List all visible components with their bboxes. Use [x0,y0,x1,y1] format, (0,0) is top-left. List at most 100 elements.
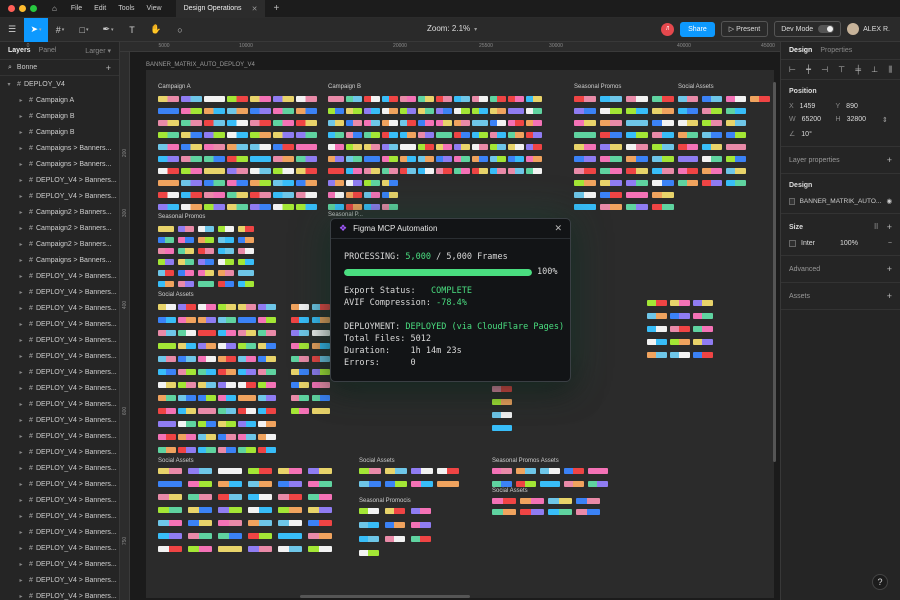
banner-thumbnail[interactable] [158,104,179,116]
banner-thumbnail[interactable] [296,176,317,188]
banner-thumbnail[interactable] [238,255,254,266]
banner-thumbnail[interactable] [382,128,398,140]
banner-thumbnail[interactable] [188,542,212,555]
banner-thumbnail[interactable] [600,164,622,176]
banner-thumbnail[interactable] [178,365,196,378]
distribute-icon[interactable]: ⫼ [888,65,892,75]
layer-item[interactable]: ▸ # DEPLOY_V4 > Banners... [0,540,119,556]
banner-thumbnail[interactable] [526,164,542,176]
rotation-field[interactable]: ∠ 10° [789,130,832,138]
banner-thumbnail[interactable] [693,335,713,348]
banner-thumbnail[interactable] [258,326,276,339]
banner-thumbnail[interactable] [454,104,470,116]
banner-thumbnail[interactable] [188,503,212,516]
banner-thumbnail[interactable] [385,477,407,490]
banner-thumbnail[interactable] [328,104,344,116]
banner-thumbnail[interactable] [678,92,698,104]
menu-edit[interactable]: Edit [94,5,106,12]
banner-thumbnail[interactable] [346,188,362,200]
banner-thumbnail[interactable] [624,296,644,309]
add-icon[interactable]: + [887,264,892,274]
banner-thumbnail[interactable] [359,504,379,518]
banner-thumbnail[interactable] [678,116,698,128]
layer-item[interactable]: ▸ # Campaigns > Banners... [0,156,119,172]
banner-thumbnail[interactable] [526,104,542,116]
banner-thumbnail[interactable] [437,464,459,477]
banner-thumbnail[interactable] [158,443,176,456]
help-button[interactable]: ? [872,574,888,590]
banner-thumbnail[interactable] [601,296,621,309]
banner-thumbnail[interactable] [400,128,416,140]
banner-thumbnail[interactable] [238,300,256,313]
banner-thumbnail[interactable] [574,116,596,128]
banner-thumbnail[interactable] [258,391,276,404]
banner-thumbnail[interactable] [520,527,544,538]
banner-thumbnail[interactable] [750,104,770,116]
banner-thumbnail[interactable] [312,300,330,313]
banner-thumbnail[interactable] [601,309,621,322]
banner-thumbnail[interactable] [624,335,644,348]
banner-thumbnail[interactable] [359,464,381,477]
banner-thumbnail[interactable] [411,477,433,490]
banner-thumbnail[interactable] [158,365,176,378]
banner-thumbnail[interactable] [258,339,276,352]
banner-thumbnail[interactable] [328,176,344,188]
banner-thumbnail[interactable] [526,188,542,200]
chevron-right-icon[interactable]: ▸ [16,593,26,600]
banner-thumbnail[interactable] [418,92,434,104]
banner-thumbnail[interactable] [364,152,380,164]
banner-thumbnail[interactable] [490,164,506,176]
banner-thumbnail[interactable] [492,408,512,421]
banner-thumbnail[interactable] [158,417,176,430]
add-icon[interactable]: + [887,222,892,232]
banner-thumbnail[interactable] [548,494,572,505]
layer-item[interactable]: ▸ # DEPLOY_V4 > Banners... [0,508,119,524]
banner-thumbnail[interactable] [158,430,176,443]
banner-thumbnail[interactable] [273,140,294,152]
banner-thumbnail[interactable] [178,222,194,233]
dev-mode-toggle[interactable]: Dev Mode [774,21,842,37]
banner-thumbnail[interactable] [198,430,216,443]
tab-properties[interactable]: Properties [820,47,852,54]
banner-thumbnail[interactable] [178,277,194,288]
banner-thumbnail[interactable] [296,128,317,140]
banner-thumbnail[interactable] [364,116,380,128]
banner-thumbnail[interactable] [454,140,470,152]
banner-thumbnail[interactable] [308,477,332,490]
banner-thumbnail[interactable] [574,104,596,116]
banner-thumbnail[interactable] [693,296,713,309]
banner-thumbnail[interactable] [508,164,524,176]
chevron-right-icon[interactable]: ▸ [16,401,26,408]
banner-thumbnail[interactable] [158,116,179,128]
banner-thumbnail[interactable] [278,529,302,542]
banner-thumbnail[interactable] [198,277,214,288]
share-button[interactable]: Share [680,21,715,37]
banner-thumbnail[interactable] [218,339,236,352]
banner-thumbnail[interactable] [158,516,182,529]
banner-thumbnail[interactable] [158,464,182,477]
banner-thumbnail[interactable] [364,104,380,116]
banner-thumbnail[interactable] [198,378,216,391]
banner-thumbnail[interactable] [601,348,621,361]
banner-thumbnail[interactable] [574,92,596,104]
banner-thumbnail[interactable] [227,116,248,128]
banner-thumbnail[interactable] [400,92,416,104]
banner-thumbnail[interactable] [437,477,459,490]
banner-thumbnail[interactable] [400,188,416,200]
pen-tool-icon[interactable]: ✒ ▾ [96,18,120,42]
move-tool-icon[interactable]: ➤ ▾ [24,17,48,42]
banner-thumbnail[interactable] [250,188,271,200]
banner-thumbnail[interactable] [158,391,176,404]
banner-thumbnail[interactable] [454,116,470,128]
banner-thumbnail[interactable] [601,322,621,335]
banner-thumbnail[interactable] [652,176,674,188]
banner-thumbnail[interactable] [258,313,276,326]
banner-thumbnail[interactable] [508,128,524,140]
banner-thumbnail[interactable] [312,313,330,326]
banner-thumbnail[interactable] [626,128,648,140]
banner-thumbnail[interactable] [258,365,276,378]
banner-thumbnail[interactable] [436,152,452,164]
align-center-h-icon[interactable]: ┿ [806,65,811,74]
banner-thumbnail[interactable] [647,309,667,322]
banner-thumbnail[interactable] [218,266,234,277]
